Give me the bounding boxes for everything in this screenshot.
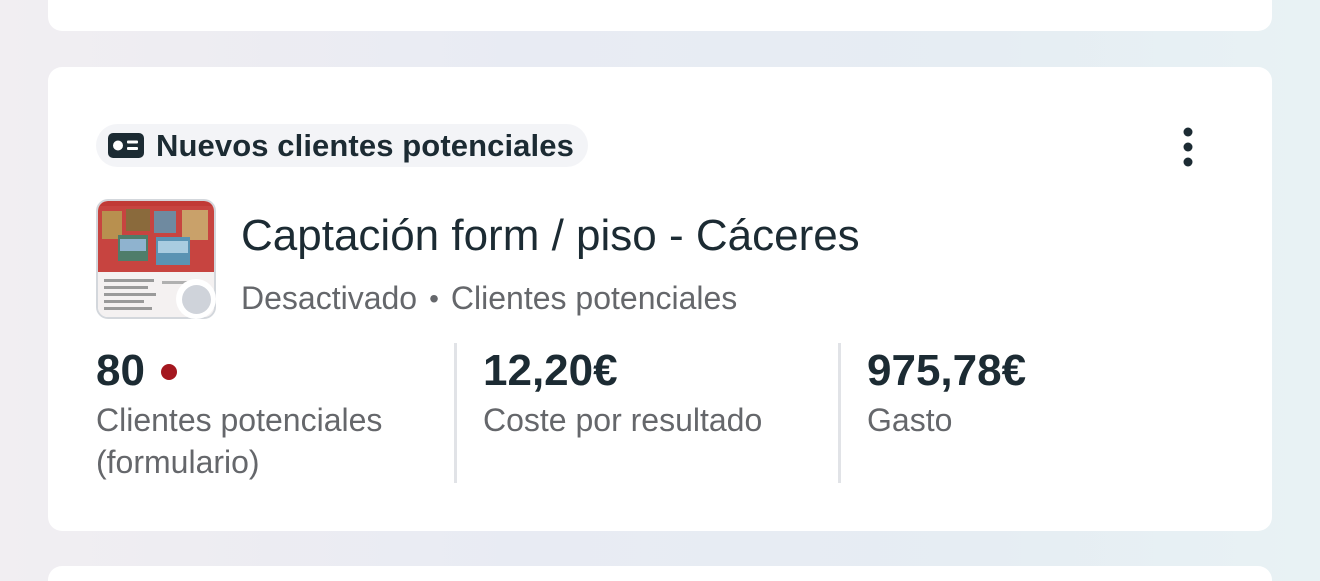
metric-value: 80 xyxy=(96,346,145,395)
metric-label: Coste por resultado xyxy=(483,402,763,438)
metric-leads[interactable]: 80 Clientes potenciales (formulario) xyxy=(96,343,454,483)
metrics-row: 80 Clientes potenciales (formulario) 12,… xyxy=(96,343,1224,483)
meta-separator: • xyxy=(429,282,439,314)
ad-card[interactable]: Nuevos clientes potenciales Captación fo… xyxy=(48,67,1272,531)
metric-value: 12,20€ xyxy=(483,346,618,395)
previous-card[interactable] xyxy=(48,0,1272,31)
metric-cost-per-result[interactable]: 12,20€ Coste por resultado xyxy=(454,343,838,483)
metric-label: Clientes potenciales (formulario) xyxy=(96,402,383,480)
ad-meta: Desactivado • Clientes potenciales xyxy=(241,280,737,317)
next-card[interactable] xyxy=(48,566,1272,581)
metric-spend[interactable]: 975,78€ Gasto xyxy=(838,343,1218,483)
ad-title[interactable]: Captación form / piso - Cáceres xyxy=(241,211,860,261)
alert-dot-icon xyxy=(160,364,177,380)
lead-form-icon xyxy=(108,133,144,158)
ad-thumbnail[interactable] xyxy=(96,199,216,319)
objective-badge: Nuevos clientes potenciales xyxy=(96,124,588,167)
ad-status: Desactivado xyxy=(241,280,418,316)
objective-label: Nuevos clientes potenciales xyxy=(156,127,574,163)
more-options-button[interactable] xyxy=(1164,123,1212,171)
metric-value: 975,78€ xyxy=(867,346,1027,395)
status-indicator xyxy=(176,279,216,319)
ad-result-type: Clientes potenciales xyxy=(450,280,738,316)
more-vertical-icon xyxy=(1183,127,1193,167)
metric-label: Gasto xyxy=(867,402,953,438)
